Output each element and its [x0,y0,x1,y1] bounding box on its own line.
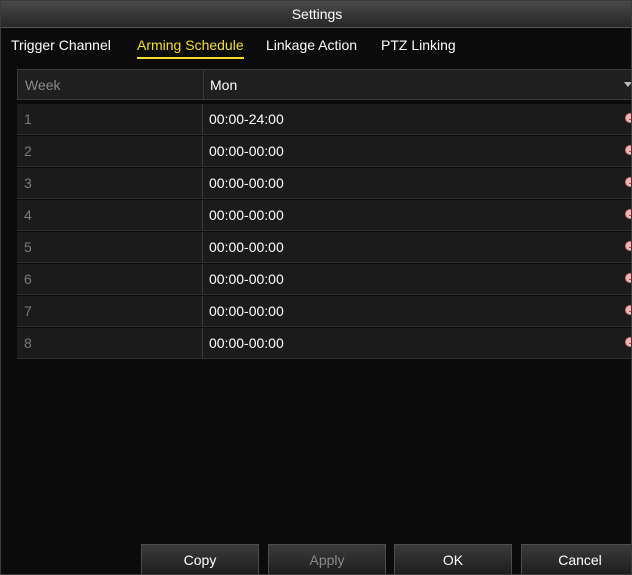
tab-trigger-channel[interactable]: Trigger Channel [11,31,111,57]
clock-icon[interactable] [625,305,631,315]
period-time[interactable]: 00:00-00:00 [209,136,284,166]
dialog-footer: Copy Apply OK Cancel [1,541,631,574]
tab-bar: Trigger Channel Arming Schedule Linkage … [1,31,631,61]
clock-icon[interactable] [625,209,631,219]
schedule-row: 6 00:00-00:00 [17,264,631,295]
clock-icon[interactable] [625,273,631,283]
clock-icon[interactable] [625,241,631,251]
clock-icon[interactable] [625,145,631,155]
period-index: 6 [17,264,203,294]
week-row: Week Mon [17,69,631,100]
copy-button[interactable]: Copy [141,544,259,574]
apply-button[interactable]: Apply [268,544,386,574]
period-index: 4 [17,200,203,230]
week-label: Week [18,70,204,99]
period-index: 7 [17,296,203,326]
period-time[interactable]: 00:00-00:00 [209,296,284,326]
week-select[interactable]: Mon [210,70,237,99]
clock-icon[interactable] [625,177,631,187]
schedule-row: 7 00:00-00:00 [17,296,631,327]
period-index: 1 [17,104,203,134]
clock-icon[interactable] [625,337,631,347]
tab-arming-schedule[interactable]: Arming Schedule [137,31,244,59]
period-time[interactable]: 00:00-24:00 [209,104,284,134]
period-time[interactable]: 00:00-00:00 [209,232,284,262]
tab-linkage-action[interactable]: Linkage Action [266,31,357,57]
settings-dialog: Settings Trigger Channel Arming Schedule… [0,0,632,575]
chevron-down-icon[interactable] [624,82,631,87]
period-index: 3 [17,168,203,198]
period-index: 8 [17,328,203,358]
schedule-row: 1 00:00-24:00 [17,104,631,135]
period-time[interactable]: 00:00-00:00 [209,328,284,358]
schedule-row: 8 00:00-00:00 [17,328,631,359]
ok-button[interactable]: OK [394,544,512,574]
schedule-row: 4 00:00-00:00 [17,200,631,231]
period-time[interactable]: 00:00-00:00 [209,168,284,198]
cancel-button[interactable]: Cancel [521,544,631,574]
period-index: 2 [17,136,203,166]
schedule-row: 3 00:00-00:00 [17,168,631,199]
period-index: 5 [17,232,203,262]
period-time[interactable]: 00:00-00:00 [209,200,284,230]
tab-ptz-linking[interactable]: PTZ Linking [381,31,456,57]
dialog-title: Settings [1,1,631,28]
schedule-row: 5 00:00-00:00 [17,232,631,263]
period-time[interactable]: 00:00-00:00 [209,264,284,294]
schedule-row: 2 00:00-00:00 [17,136,631,167]
clock-icon[interactable] [625,113,631,123]
